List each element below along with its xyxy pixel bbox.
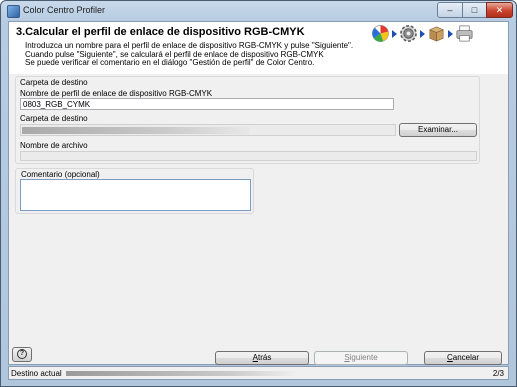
help-button[interactable]: ? [12,347,32,362]
status-bar: Destino actual 2/3 [8,366,509,380]
gear-icon [400,25,417,42]
printer-icon [456,25,473,42]
color-palette-icon [372,25,389,42]
step-arrow-icon [392,30,397,38]
file-name-label: Nombre de archivo [20,141,88,150]
help-icon: ? [17,349,27,359]
back-button[interactable]: Atrás [215,351,309,365]
box-icon [429,26,444,42]
page-indicator: 2/3 [492,369,504,378]
next-button[interactable]: Siguiente [314,351,408,365]
destination-group-label: Carpeta de destino [20,78,88,87]
comment-label: Comentario (opcional) [21,170,100,179]
comment-textarea[interactable] [20,179,251,211]
destination-folder-label: Carpeta de destino [20,114,88,123]
wizard-header: 3.Calcular el perfil de enlace de dispos… [9,22,508,74]
destination-folder-field [20,124,396,136]
title-bar[interactable]: Color Centro Profiler ‒ □ ✕ [1,1,516,21]
next-button-label: iguiente [349,353,378,362]
wizard-panel: 3.Calcular el perfil de enlace de dispos… [8,21,509,365]
status-label: Destino actual [11,369,62,378]
current-destination-redacted [66,371,296,376]
folder-path-redacted [22,127,250,134]
cancel-button[interactable]: Cancelar [424,351,502,365]
minimize-button[interactable]: ‒ [437,2,463,18]
maximize-button[interactable]: □ [462,2,487,18]
step-instructions: Introduzca un nombre para el perfil de e… [25,41,353,68]
profile-name-input[interactable]: 0803_RGB_CYMK [20,98,394,110]
app-icon [7,5,20,18]
step-arrow-icon [448,30,453,38]
back-button-label: trás [258,353,272,362]
profile-name-label: Nombre de perfil de enlace de dispositiv… [20,89,213,98]
comment-group: Comentario (opcional) [15,168,254,214]
file-name-field [20,151,477,161]
window-title: Color Centro Profiler [23,5,106,15]
browse-button[interactable]: Examinar... [399,123,477,137]
step-arrow-icon [420,30,425,38]
cancel-button-label: ancelar [452,353,480,362]
step-title: 3.Calcular el perfil de enlace de dispos… [16,26,305,38]
instruction-line: Se puede verificar el comentario en el d… [25,58,315,68]
step-progress [371,24,507,44]
destination-group: Carpeta de destino Nombre de perfil de e… [15,76,480,164]
close-button[interactable]: ✕ [486,2,513,18]
application-window: Color Centro Profiler ‒ □ ✕ 3.Calcular e… [0,0,517,387]
